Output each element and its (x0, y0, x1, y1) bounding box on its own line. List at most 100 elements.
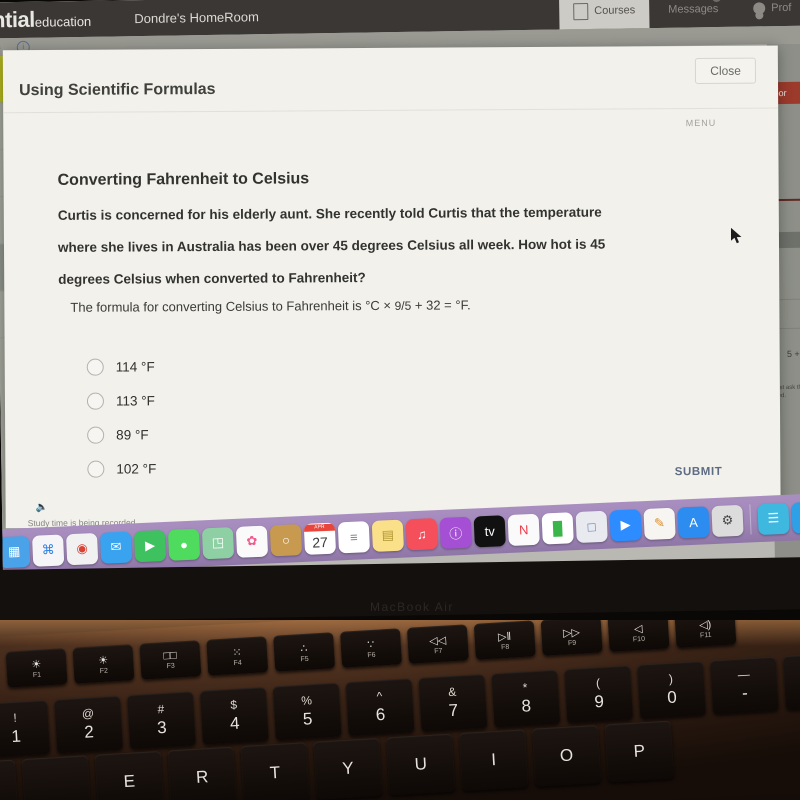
key-shift-glyph: — (737, 667, 751, 682)
dock-facetime-icon[interactable]: ▶ (133, 529, 167, 562)
speaker-icon[interactable]: 🔈 (36, 502, 49, 513)
answer-option-4[interactable]: 102 °F (87, 451, 156, 485)
dock-numbers-icon[interactable]: █ (541, 511, 574, 545)
dock-mail-icon[interactable]: ✉ (99, 530, 133, 564)
key-y[interactable]: Y (313, 737, 383, 800)
key-f8[interactable]: ▷‖ F8 (473, 620, 536, 660)
activity-modal: Using Scientific Formulas Close MENU Con… (2, 45, 781, 529)
submit-button[interactable]: SUBMIT (675, 466, 723, 478)
key-f1[interactable]: ☀ F1 (5, 648, 68, 688)
nav-tab-profile[interactable]: Prof (739, 0, 800, 27)
key-f2[interactable]: ☀ F2 (72, 644, 135, 684)
key-7[interactable]: & 7 (418, 673, 488, 732)
menu-button[interactable]: MENU (686, 118, 717, 128)
key-shift-glyph: ! (12, 710, 18, 725)
key-t[interactable]: T (240, 742, 310, 800)
dock-finder-icon[interactable]: ▦ (0, 535, 31, 568)
key-5[interactable]: % 5 (272, 682, 342, 741)
key-i[interactable]: I (459, 729, 529, 792)
answer-option-2[interactable]: 113 °F (86, 383, 156, 417)
dock-contacts-icon[interactable]: ○ (269, 523, 303, 556)
key-base-glyph: 8 (520, 696, 532, 716)
homeroom-label[interactable]: Dondre's HomeRoom (134, 9, 259, 26)
dock-keynote-icon[interactable]: □ (575, 510, 608, 543)
answer-option-1[interactable]: 114 °F (86, 349, 156, 383)
dock-zoom-icon[interactable]: ▶ (609, 508, 642, 542)
modal-title: Using Scientific Formulas (18, 80, 216, 100)
key-6[interactable]: ^ 6 (345, 678, 415, 737)
key-f6[interactable]: ∵ F6 (339, 628, 403, 668)
key-2[interactable]: @2 (54, 695, 124, 754)
key-e[interactable]: E (94, 750, 164, 800)
dock-podcasts-icon[interactable]: ⓘ (439, 516, 472, 549)
key-blank1[interactable] (21, 755, 92, 800)
radio-button[interactable] (86, 392, 104, 410)
key-base-glyph: 9 (593, 691, 605, 712)
key-3[interactable]: #3 (126, 691, 196, 750)
key-f11[interactable]: ◁) F11 (674, 620, 737, 648)
dock-notes-icon[interactable]: ▤ (371, 519, 404, 552)
radio-button[interactable] (86, 358, 104, 376)
key-base-glyph: 2 (83, 722, 95, 742)
person-icon (753, 2, 766, 15)
key-shift-glyph: ( (595, 676, 601, 691)
key-blank0[interactable] (0, 759, 19, 800)
dock-calendar-icon[interactable]: APR 27 (303, 522, 337, 555)
dock-reminders-icon[interactable]: ≡ (337, 520, 371, 553)
radio-button[interactable] (87, 426, 105, 444)
key-r[interactable]: R (167, 746, 237, 800)
formula-prefix: The formula for converting Celsius to Fa… (70, 297, 395, 315)
dock-news-icon[interactable]: N (507, 513, 540, 546)
dock-chrome-icon[interactable]: ◉ (65, 532, 99, 565)
key-1[interactable]: ! 1 (0, 699, 51, 758)
site-logo[interactable]: entialeducation (0, 6, 91, 34)
key-f10[interactable]: ◁ F10 (607, 620, 670, 652)
key-4[interactable]: $4 (199, 686, 269, 745)
close-button[interactable]: Close (695, 57, 757, 85)
nav-tab-messages[interactable]: Messages (654, 0, 733, 28)
key-u[interactable]: U (386, 733, 456, 796)
key-fn-label: F3 (166, 662, 176, 671)
dock-safari-icon[interactable]: ⌘ (31, 533, 65, 567)
radio-button[interactable] (87, 460, 105, 478)
key--[interactable]: — - (709, 656, 779, 715)
key-fn-label: F6 (367, 651, 376, 659)
key-f9[interactable]: ▷▷ F9 (540, 620, 603, 656)
key-fn-label: F1 (32, 671, 42, 679)
key-f3[interactable]: □□ F3 (139, 640, 202, 680)
dock-music-icon[interactable]: ♫ (405, 517, 438, 550)
key-0[interactable]: ) 0 (637, 660, 707, 719)
key-base-glyph: 1 (10, 726, 22, 747)
key-=[interactable]: += (782, 652, 800, 711)
dock-photos-icon[interactable]: ✿ (235, 525, 269, 558)
key-fn-label: F11 (699, 631, 712, 639)
rail-count-label: 5 + (786, 348, 800, 359)
dock-appstore-icon[interactable]: A (677, 505, 710, 539)
key-8[interactable]: * 8 (491, 669, 561, 728)
dock-messages-icon[interactable]: ● (167, 528, 201, 561)
answer-option-label: 89 °F (116, 426, 149, 443)
modal-divider (3, 107, 779, 114)
key-glyph: ⁙ (232, 646, 242, 659)
key-p[interactable]: P (604, 720, 675, 783)
key-o[interactable]: O (531, 724, 602, 787)
answer-option-3[interactable]: 89 °F (87, 417, 156, 451)
key-9[interactable]: (9 (564, 665, 634, 724)
key-f5[interactable]: ∴ F5 (273, 632, 336, 672)
nav-tab-courses[interactable]: Courses (558, 0, 650, 30)
key-shift-glyph: @ (81, 706, 95, 721)
dock-pages-icon[interactable]: ✎ (643, 507, 676, 540)
dock-settings-icon[interactable]: ⚙ (711, 504, 744, 537)
key-glyph: ▷‖ (497, 630, 512, 643)
key-shift-glyph: & (447, 684, 457, 700)
dock-airdrop-icon[interactable]: ◎ (791, 500, 800, 534)
dock-launchpad-icon[interactable]: ☰ (757, 502, 790, 535)
logo-sub: education (34, 13, 92, 30)
key-f7[interactable]: ◁◁ F7 (406, 624, 469, 664)
dock-appletv-icon[interactable]: tv (473, 514, 506, 547)
key-f4[interactable]: ⁙ F4 (206, 636, 269, 676)
key-glyph: ☀ (31, 658, 42, 671)
dock-maps-icon[interactable]: ◳ (201, 526, 235, 559)
question-title: Converting Fahrenheit to Celsius (57, 170, 310, 189)
key-glyph: ∵ (366, 638, 375, 651)
